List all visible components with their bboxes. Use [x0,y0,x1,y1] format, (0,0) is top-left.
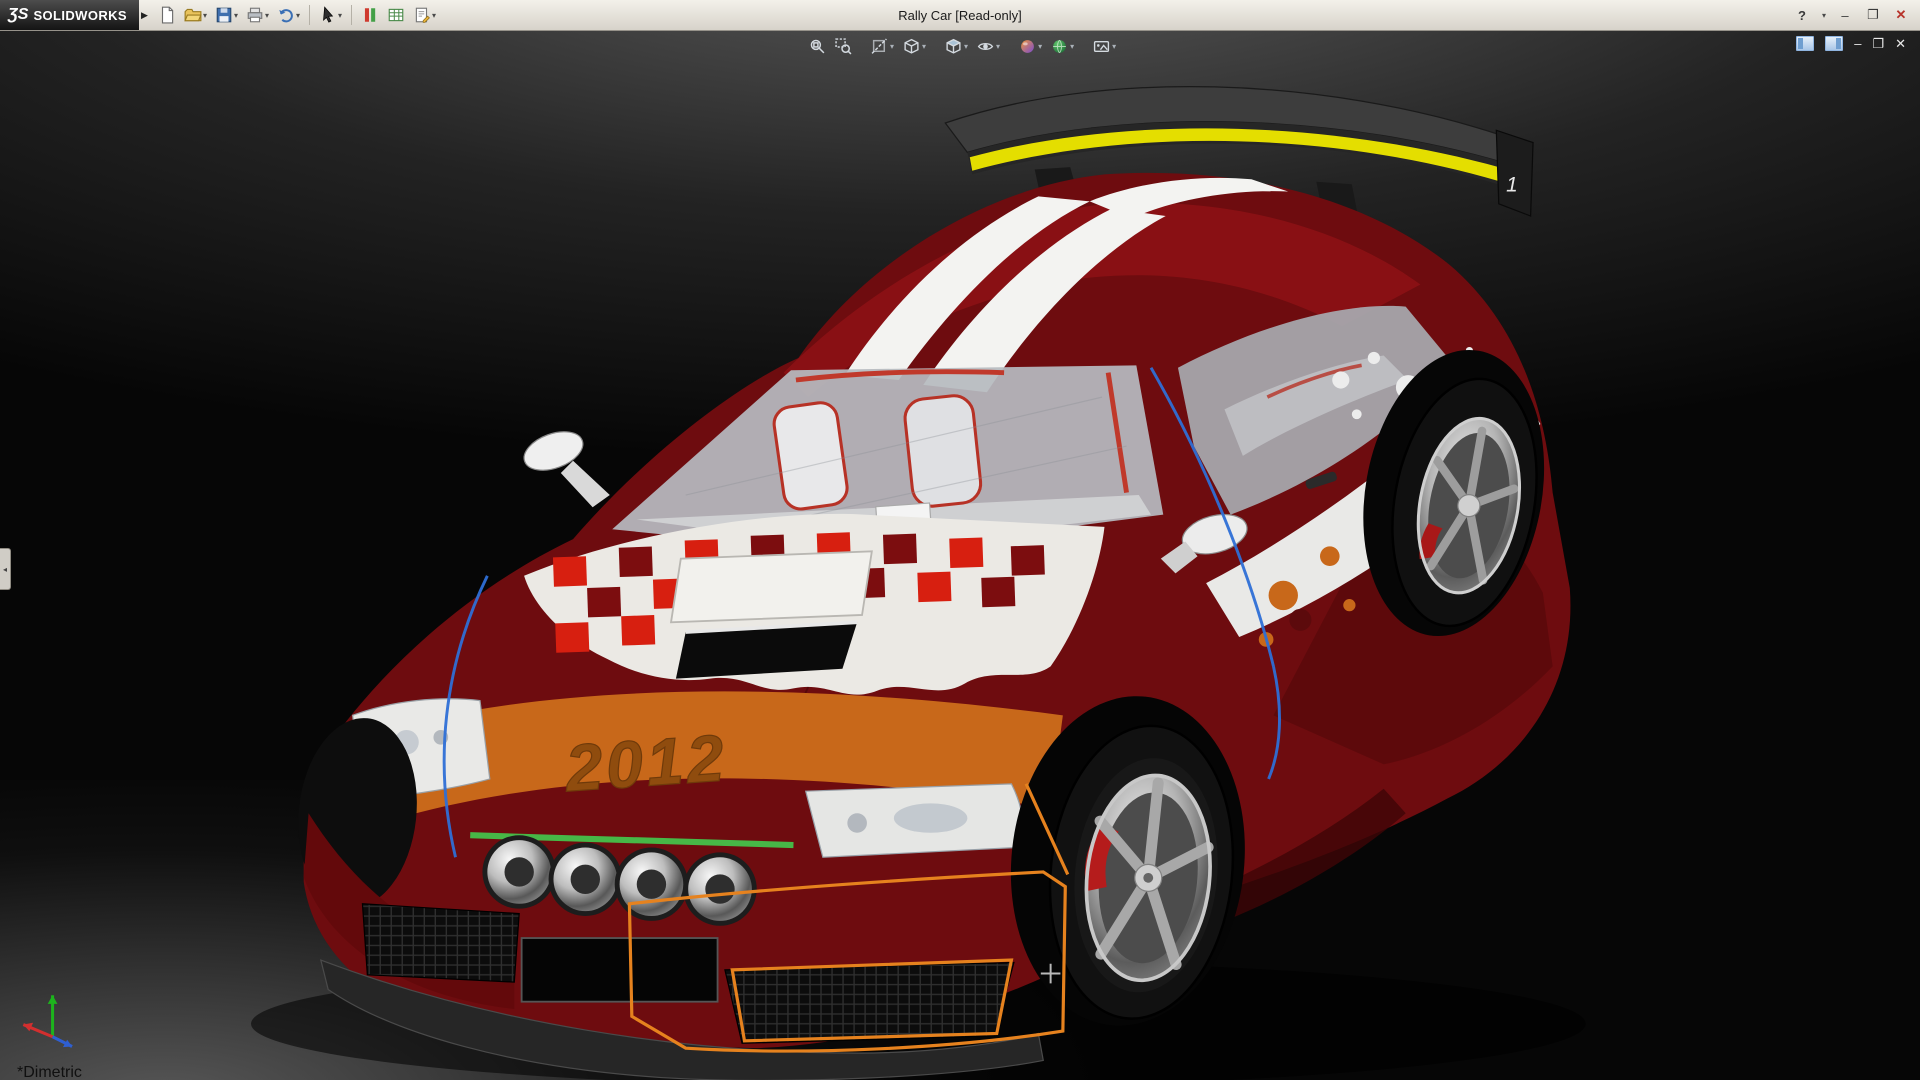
app-window-controls: ? ▾ – ❐ ✕ [1793,7,1920,23]
new-document-button[interactable] [154,2,180,28]
rebuild-icon [361,6,379,24]
main-titlebar: ƷS SOLIDWORKS ▶ ▾ ▾ ▾ [0,0,1920,31]
menu-expand-arrow-icon[interactable]: ▶ [141,10,148,21]
new-document-icon [158,6,176,24]
document-window-controls: – ❐ ✕ [1796,36,1906,51]
options-table-icon [387,6,405,24]
license-plate [522,938,718,1002]
view-settings-button[interactable]: ▾ [1090,35,1119,58]
car-render: 1 [0,30,1920,1080]
show-left-pane-button[interactable] [1796,36,1814,51]
print-icon [246,6,264,24]
grille-mesh-center [725,963,1014,1044]
doc-close-button[interactable]: ✕ [1895,37,1906,50]
doc-minimize-button[interactable]: – [1854,37,1861,50]
apply-scene-button[interactable]: ▾ [1048,35,1077,58]
zoom-to-area-button[interactable] [832,35,855,58]
print-button[interactable]: ▾ [242,2,273,28]
hide-show-dropdown-arrow-icon[interactable]: ▾ [996,42,1000,51]
select-cursor-icon [319,6,337,24]
file-properties-icon [413,6,431,24]
select-button[interactable]: ▾ [315,2,346,28]
edit-appearance-button[interactable]: ▾ [1016,35,1045,58]
apply-scene-globe-icon [1051,38,1068,55]
open-button[interactable]: ▾ [180,2,211,28]
help-button[interactable]: ? [1793,8,1811,23]
print-dropdown-arrow-icon[interactable]: ▾ [265,11,269,20]
app-minimize-button[interactable]: – [1836,8,1854,23]
app-close-button[interactable]: ✕ [1892,7,1910,23]
view-settings-dropdown-arrow-icon[interactable]: ▾ [1112,42,1116,51]
feature-pane-flyout-tab[interactable]: ◂ [0,548,11,590]
wing-number: 1 [1506,174,1518,197]
doc-restore-button[interactable]: ❐ [1872,37,1884,50]
select-dropdown-arrow-icon[interactable]: ▾ [338,11,342,20]
view-orientation-cube-icon [903,38,920,55]
toolbar-separator [351,5,352,25]
zoom-to-fit-icon [809,38,826,55]
undo-icon [277,6,295,24]
zoom-to-fit-button[interactable] [806,35,829,58]
open-dropdown-arrow-icon[interactable]: ▾ [203,11,207,20]
save-button[interactable]: ▾ [211,2,242,28]
undo-button[interactable]: ▾ [273,2,304,28]
section-view-dropdown-arrow-icon[interactable]: ▾ [890,42,894,51]
file-properties-dropdown-arrow-icon[interactable]: ▾ [432,11,436,20]
edit-appearance-dropdown-arrow-icon[interactable]: ▾ [1038,42,1042,51]
grille-mesh-left [362,904,519,982]
view-orientation-dropdown-arrow-icon[interactable]: ▾ [922,42,926,51]
show-right-pane-button[interactable] [1825,36,1843,51]
toolbar-separator [309,5,310,25]
display-style-icon [945,38,962,55]
undo-dropdown-arrow-icon[interactable]: ▾ [296,11,300,20]
view-orientation-button[interactable]: ▾ [900,35,929,58]
app-maximize-button[interactable]: ❐ [1864,7,1882,23]
options-button[interactable] [383,2,409,28]
view-orientation-label: *Dimetric [17,1064,82,1080]
section-view-icon [871,38,888,55]
solidworks-brand-text: SOLIDWORKS [33,8,127,23]
flyout-collapse-arrow-icon: ◂ [3,565,7,574]
solidworks-logo: ƷS SOLIDWORKS [0,0,139,30]
section-view-button[interactable]: ▾ [868,35,897,58]
save-icon [215,6,233,24]
edit-appearance-ball-icon [1019,38,1036,55]
solidworks-logo-mark-icon: ƷS [8,7,28,23]
rebuild-button[interactable] [357,2,383,28]
hide-show-items-button[interactable]: ▾ [974,35,1003,58]
save-dropdown-arrow-icon[interactable]: ▾ [234,11,238,20]
heads-up-view-toolbar: ▾ ▾ ▾ ▾ ▾ [806,35,1119,58]
display-style-dropdown-arrow-icon[interactable]: ▾ [964,42,968,51]
zoom-to-area-icon [835,38,852,55]
orientation-triad [16,980,94,1052]
standard-toolbar: ▾ ▾ ▾ ▾ ▾ [154,2,440,28]
view-settings-icon [1093,38,1110,55]
file-properties-button[interactable]: ▾ [409,2,440,28]
open-folder-icon [184,6,202,24]
hide-show-eye-icon [977,38,994,55]
help-dropdown-arrow-icon[interactable]: ▾ [1822,11,1826,20]
display-style-button[interactable]: ▾ [942,35,971,58]
graphics-viewport[interactable]: 1 [0,30,1920,1080]
decal-2012: 2012 [561,721,730,806]
apply-scene-dropdown-arrow-icon[interactable]: ▾ [1070,42,1074,51]
